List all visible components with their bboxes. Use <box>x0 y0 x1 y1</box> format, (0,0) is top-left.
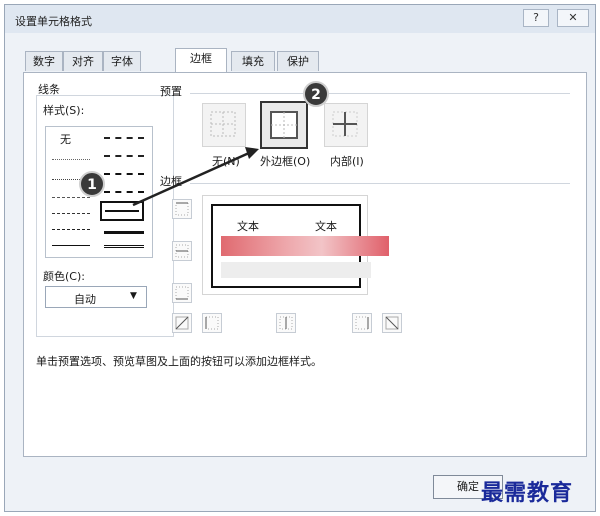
format-cells-dialog: 设置单元格格式 ? ✕ 数字 对齐 字体 边框 填充 保护 线条 样式(S): … <box>4 4 596 512</box>
tab-border[interactable]: 边框 <box>175 48 227 72</box>
step-marker-1: 1 <box>79 171 105 197</box>
step-marker-2: 2 <box>303 81 329 107</box>
arrow-line <box>132 151 250 207</box>
arrow-head <box>245 147 259 159</box>
annotation-arrows <box>132 147 259 207</box>
watermark-text: 最需教育 <box>481 480 574 506</box>
